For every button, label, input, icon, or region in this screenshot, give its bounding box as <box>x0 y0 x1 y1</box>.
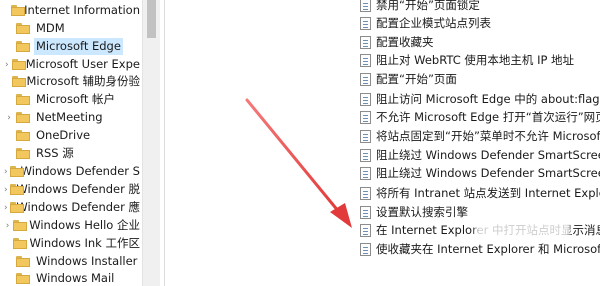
setting-label: 配置“开始”页面 <box>376 72 457 86</box>
tree-item-onedrive[interactable]: OneDrive <box>0 127 142 144</box>
folder-icon <box>11 5 26 16</box>
folder-icon <box>16 112 30 123</box>
tree-item-windows-defender-3[interactable]: › Windows Defender 應 <box>0 199 142 216</box>
setting-label: 将所有 Intranet 站点发送到 Internet Explorer <box>376 186 600 200</box>
setting-label: 阻止绕过 Windows Defender SmartScreen 文 <box>376 166 600 180</box>
tree-item-windows-ink[interactable]: Windows Ink 工作区 <box>0 235 142 252</box>
setting-label: 使收藏夹在 Internet Explorer 和 Microsoft Ed <box>376 242 600 256</box>
navigation-tree[interactable]: Internet Information MDM Microsoft Edge … <box>0 0 142 286</box>
tree-item-internet-information[interactable]: Internet Information <box>0 2 142 19</box>
policy-setting-icon <box>360 148 371 162</box>
setting-row[interactable]: 将所有 Intranet 站点发送到 Internet Explorer <box>165 184 600 202</box>
tree-item-label: MDM <box>36 21 65 35</box>
policy-setting-icon <box>360 129 371 143</box>
folder-icon <box>13 238 28 249</box>
setting-row[interactable]: 使收藏夹在 Internet Explorer 和 Microsoft Ed <box>165 240 600 258</box>
folder-icon <box>16 94 30 105</box>
setting-label: 阻止绕过 Windows Defender SmartScreen 站 <box>376 148 600 162</box>
setting-label: 将站点固定到“开始”菜单时不允许 Microsoft Ed <box>376 129 600 143</box>
policy-setting-icon <box>360 53 371 67</box>
settings-list[interactable]: 禁用“开始”页面锁定 配置企业模式站点列表 配置收藏夹 阻止对 WebRTC 使… <box>164 0 600 286</box>
scrollbar-thumb[interactable] <box>147 0 156 38</box>
policy-setting-icon <box>360 0 371 12</box>
tree-item-windows-mail[interactable]: Windows Mail <box>0 270 142 286</box>
folder-icon <box>9 202 24 213</box>
tree-item-microsoft-secondary-auth[interactable]: Microsoft 辅助身份验 <box>0 73 142 90</box>
setting-row[interactable]: 将站点固定到“开始”菜单时不允许 Microsoft Ed <box>165 127 600 145</box>
tree-item-label: Microsoft 辅助身份验 <box>26 74 141 88</box>
chevron-right-icon[interactable]: › <box>4 167 8 177</box>
folder-icon <box>16 273 30 284</box>
tree-item-label: NetMeeting <box>36 110 103 124</box>
folder-icon <box>16 148 30 159</box>
policy-setting-icon <box>360 242 371 256</box>
tree-item-label: Windows Mail <box>36 271 115 285</box>
policy-setting-icon <box>360 186 371 200</box>
setting-row[interactable]: 配置企业模式站点列表 <box>165 14 600 32</box>
policy-setting-icon <box>360 110 371 124</box>
tree-item-label: Windows Installer <box>36 254 138 268</box>
folder-icon <box>16 256 30 267</box>
tree-item-netmeeting[interactable]: › NetMeeting <box>0 109 142 126</box>
tree-scrollbar[interactable] <box>142 0 161 286</box>
tree-item-label: Windows Defender 脱 <box>16 182 140 196</box>
tree-item-microsoft-edge[interactable]: Microsoft Edge <box>0 38 142 55</box>
policy-setting-icon <box>360 205 371 219</box>
tree-item-label: RSS 源 <box>36 146 74 160</box>
setting-label: 配置企业模式站点列表 <box>376 16 491 30</box>
folder-icon <box>16 23 30 34</box>
setting-label: 阻止对 WebRTC 使用本地主机 IP 地址 <box>376 53 575 67</box>
policy-setting-icon <box>360 72 371 86</box>
setting-label: 设置默认搜索引擎 <box>376 205 468 219</box>
setting-label: 阻止访问 Microsoft Edge 中的 about:flags 页 <box>376 92 600 106</box>
policy-setting-icon <box>360 166 371 180</box>
chevron-right-icon[interactable]: › <box>4 221 11 231</box>
setting-row[interactable]: 阻止对 WebRTC 使用本地主机 IP 地址 <box>165 51 600 69</box>
setting-label: 禁用“开始”页面锁定 <box>376 0 480 12</box>
tree-item-microsoft-user-experience[interactable]: › Microsoft User Expe <box>0 56 142 73</box>
tree-item-label: Microsoft User Expe <box>25 57 140 71</box>
tree-item-windows-defender-2[interactable]: › Windows Defender 脱 <box>0 181 142 198</box>
policy-setting-icon <box>360 223 371 237</box>
tree-item-microsoft-account[interactable]: Microsoft 帐户 <box>0 91 142 108</box>
setting-row[interactable]: 不允许 Microsoft Edge 打开“首次运行”网页 <box>165 108 600 126</box>
folder-icon <box>12 76 27 87</box>
chevron-right-icon[interactable]: › <box>4 113 14 123</box>
tree-item-label: Microsoft Edge <box>34 38 123 55</box>
setting-row[interactable]: 配置收藏夹 <box>165 33 600 51</box>
tree-item-windows-installer[interactable]: Windows Installer <box>0 253 142 270</box>
tree-item-windows-defender-1[interactable]: › Windows Defender S <box>0 163 142 180</box>
tree-item-label: Windows Defender 應 <box>16 200 140 214</box>
watermark-overlay <box>475 216 570 242</box>
setting-row[interactable]: 阻止访问 Microsoft Edge 中的 about:flags 页 <box>165 90 600 108</box>
tree-item-label: OneDrive <box>36 128 91 142</box>
chevron-right-icon[interactable]: › <box>4 203 8 213</box>
chevron-right-icon[interactable]: › <box>4 60 10 70</box>
setting-row[interactable]: 阻止绕过 Windows Defender SmartScreen 站 <box>165 146 600 164</box>
tree-item-mdm[interactable]: MDM <box>0 20 142 37</box>
folder-icon <box>16 41 30 52</box>
folder-icon <box>11 59 26 70</box>
tree-item-windows-hello[interactable]: › Windows Hello 企业 <box>0 217 142 234</box>
chevron-right-icon[interactable]: › <box>4 185 8 195</box>
tree-item-label: Windows Defender S <box>20 164 140 178</box>
folder-icon <box>16 130 30 141</box>
folder-icon <box>9 166 24 177</box>
setting-row[interactable]: 配置“开始”页面 <box>165 70 600 88</box>
tree-item-label: Microsoft 帐户 <box>36 92 115 106</box>
folder-icon <box>13 220 28 231</box>
tree-item-label: Internet Information <box>24 3 140 17</box>
policy-setting-icon <box>360 16 371 30</box>
policy-setting-icon <box>360 92 371 106</box>
setting-label: 不允许 Microsoft Edge 打开“首次运行”网页 <box>376 110 600 124</box>
setting-row[interactable]: 禁用“开始”页面锁定 <box>165 0 600 14</box>
setting-label: 配置收藏夹 <box>376 35 434 49</box>
policy-setting-icon <box>360 35 371 49</box>
tree-item-label: Windows Ink 工作区 <box>29 236 141 250</box>
folder-icon <box>9 184 24 195</box>
tree-item-rss[interactable]: RSS 源 <box>0 145 142 162</box>
tree-item-label: Windows Hello 企业 <box>29 218 140 232</box>
setting-row[interactable]: 阻止绕过 Windows Defender SmartScreen 文 <box>165 164 600 182</box>
